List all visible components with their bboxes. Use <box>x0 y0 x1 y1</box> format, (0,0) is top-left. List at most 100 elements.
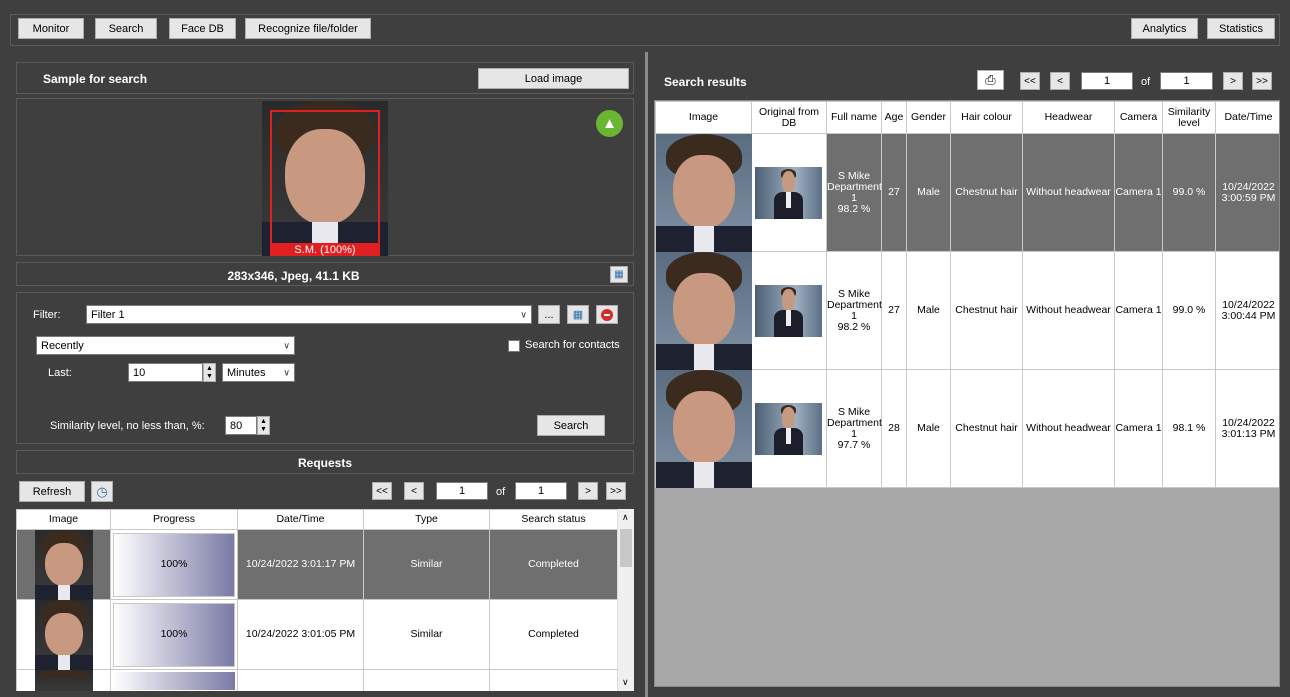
table-row[interactable]: S Mike Department 1 98.2 % 27 Male Chestnut… <box>655 251 1279 370</box>
result-hair: Chestnut hair <box>950 251 1023 370</box>
result-headwear: Without headwear <box>1022 133 1115 252</box>
result-original <box>751 369 827 488</box>
analytics-button[interactable]: Analytics <box>1131 18 1198 39</box>
result-similarity: 99.0 % <box>1162 251 1216 370</box>
result-original <box>751 251 827 370</box>
col-datetime[interactable]: Date/Time <box>1215 101 1279 134</box>
requests-title: Requests <box>297 456 353 470</box>
results-table: Image Original from DB Full name Age Gen… <box>654 100 1280 687</box>
col-status[interactable]: Search status <box>489 509 618 530</box>
face-db-button[interactable]: Face DB <box>169 18 236 39</box>
results-last-page[interactable]: >> <box>1252 72 1272 90</box>
progress-bar: 100% <box>113 602 235 667</box>
col-age[interactable]: Age <box>881 101 907 134</box>
col-original[interactable]: Original from DB <box>751 101 827 134</box>
result-gender: Male <box>906 369 951 488</box>
request-datetime: 10/24/2022 3:01:05 PM <box>237 599 364 670</box>
search-contacts-checkbox[interactable] <box>508 340 520 352</box>
request-status: Completed <box>489 529 618 600</box>
timer-icon[interactable]: ◷ <box>91 481 113 502</box>
recognize-file-button[interactable]: Recognize file/folder <box>245 18 371 39</box>
filter-label: Filter: <box>33 309 61 321</box>
edit-filter-icon[interactable]: ▦ <box>567 305 589 324</box>
table-row[interactable]: S Mike Department 1 97.7 % 28 Male Chestnut… <box>655 369 1279 488</box>
search-tab-button[interactable]: Search <box>95 18 157 39</box>
col-gender[interactable]: Gender <box>906 101 951 134</box>
result-camera: Camera 1 <box>1114 369 1163 488</box>
load-image-button[interactable]: Load image <box>478 68 629 89</box>
table-row[interactable]: 100% 10/24/2022 3:01:17 PM Similar Compl… <box>16 529 618 600</box>
col-similarity[interactable]: Similarity level <box>1162 101 1216 134</box>
col-progress[interactable]: Progress <box>110 509 238 530</box>
table-row[interactable]: S Mike Department 1 98.2 % 27 Male Chestnut… <box>655 133 1279 252</box>
col-camera[interactable]: Camera <box>1114 101 1163 134</box>
similarity-label: Similarity level, no less than, %: <box>50 420 205 432</box>
period-select[interactable]: Recently ∨ <box>36 336 295 355</box>
last-stepper[interactable]: ▲ ▼ <box>203 363 216 382</box>
monitor-button[interactable]: Monitor <box>18 18 84 39</box>
requests-scrollbar[interactable]: ∧ ∨ <box>617 509 634 691</box>
col-image[interactable]: Image <box>16 509 111 530</box>
results-title: Search results <box>664 75 747 89</box>
col-hair[interactable]: Hair colour <box>950 101 1023 134</box>
results-prev-page[interactable]: < <box>1050 72 1070 90</box>
progress-text: 100% <box>160 628 188 640</box>
result-hair: Chestnut hair <box>950 133 1023 252</box>
save-image-icon[interactable]: ▦ <box>610 266 628 283</box>
request-datetime: 10/24/2022 3:01:17 PM <box>237 529 364 600</box>
results-page-input[interactable]: 1 <box>1081 72 1133 90</box>
col-fullname[interactable]: Full name <box>826 101 882 134</box>
similarity-stepper[interactable]: ▲ ▼ <box>257 416 270 435</box>
thumbs-up-icon[interactable]: ▲ <box>596 110 623 137</box>
result-image <box>655 251 752 370</box>
table-row[interactable] <box>16 669 618 691</box>
results-next-page[interactable]: > <box>1223 72 1243 90</box>
col-datetime[interactable]: Date/Time <box>237 509 364 530</box>
requests-next-page[interactable]: > <box>578 482 598 500</box>
remove-filter-icon[interactable] <box>596 305 618 324</box>
request-thumb <box>16 599 111 670</box>
search-button[interactable]: Search <box>537 415 605 436</box>
result-similarity: 99.0 % <box>1162 133 1216 252</box>
chevron-down-icon: ∨ <box>283 367 290 377</box>
table-row[interactable]: 100% 10/24/2022 3:01:05 PM Similar Compl… <box>16 599 618 670</box>
requests-first-page[interactable]: << <box>372 482 392 500</box>
results-first-page[interactable]: << <box>1020 72 1040 90</box>
col-type[interactable]: Type <box>363 509 490 530</box>
similarity-input[interactable]: 80 <box>225 416 257 435</box>
result-image <box>655 369 752 488</box>
statistics-button[interactable]: Statistics <box>1207 18 1275 39</box>
result-fullname: S Mike Department 1 98.2 % <box>826 133 882 252</box>
refresh-button[interactable]: Refresh <box>19 481 85 502</box>
col-headwear[interactable]: Headwear <box>1022 101 1115 134</box>
filter-value: Filter 1 <box>91 308 125 321</box>
results-page-total: 1 <box>1160 72 1213 90</box>
result-datetime: 10/24/2022 3:00:44 PM <box>1215 251 1279 370</box>
print-icon[interactable]: ⎙ <box>977 70 1004 90</box>
result-fullname: S Mike Department 1 98.2 % <box>826 251 882 370</box>
result-age: 27 <box>881 251 907 370</box>
filter-more-button[interactable]: ... <box>538 305 560 324</box>
splitter[interactable] <box>645 52 648 697</box>
face-frame <box>270 110 380 245</box>
result-gender: Male <box>906 133 951 252</box>
result-headwear: Without headwear <box>1022 251 1115 370</box>
result-age: 28 <box>881 369 907 488</box>
progress-cell: 100% <box>110 599 238 670</box>
col-image[interactable]: Image <box>655 101 752 134</box>
similarity-value: 80 <box>230 419 243 432</box>
last-label: Last: <box>48 367 72 379</box>
requests-page-input[interactable]: 1 <box>436 482 488 500</box>
unit-select[interactable]: Minutes ∨ <box>222 363 295 382</box>
search-contacts-label: Search for contacts <box>525 339 620 351</box>
result-image <box>655 133 752 252</box>
requests-prev-page[interactable]: < <box>404 482 424 500</box>
sample-title: Sample for search <box>43 72 148 86</box>
request-status: Completed <box>489 599 618 670</box>
last-value-input[interactable]: 10 <box>128 363 203 382</box>
requests-last-page[interactable]: >> <box>606 482 626 500</box>
period-value: Recently <box>41 339 84 352</box>
result-camera: Camera 1 <box>1114 133 1163 252</box>
filter-select[interactable]: Filter 1 ∨ <box>86 305 532 324</box>
request-thumb <box>16 529 111 600</box>
